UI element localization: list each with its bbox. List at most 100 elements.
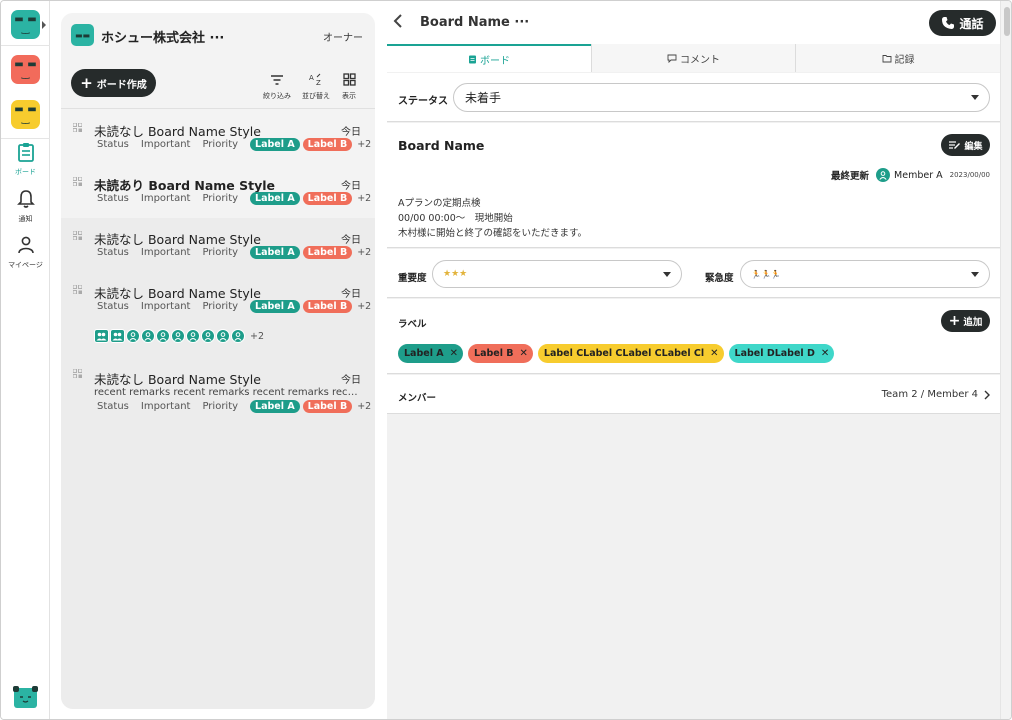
board-type-icon [73,369,82,378]
nav-notification-label: 通知 [18,215,33,223]
meta-important: Important [140,401,191,412]
workspace-avatar-green[interactable]: ▬ ▬ ‿ [11,10,40,39]
org-logo-icon: ▬▬ [71,24,94,46]
selected-indicator-icon [42,21,46,29]
edit-button[interactable]: 編集 [941,134,990,156]
sort-button[interactable]: AZ 並び替え [300,71,332,101]
more-members-count: +2 [250,330,265,342]
label-chips: Label A ✕ Label B ✕ Label CLabel CLabel CL… [398,344,835,363]
board-meta: Status Important Priority Label A Label … [97,192,371,205]
tab-comment-label: コメント [680,54,720,66]
folder-icon [882,54,891,62]
filter-icon [271,75,283,85]
label-chip: Label B [302,300,353,313]
member-icon [186,329,200,343]
board-info-section: Board Name 編集 最終更新 Member A 2023/00/00 A… [387,123,1000,248]
label-chip[interactable]: Label DLabel D ✕ [728,344,835,363]
close-icon[interactable]: ✕ [710,348,718,359]
close-icon[interactable]: ✕ [821,348,829,359]
meta-priority: Priority [202,193,239,204]
meta-priority: Priority [202,139,239,150]
board-date: 今日 [341,181,361,192]
tab-records[interactable]: 記録 [795,44,1000,72]
create-board-button[interactable]: + ボード作成 [71,69,156,97]
tab-board[interactable]: ボード [387,44,591,72]
close-icon[interactable]: ✕ [520,348,528,359]
board-type-icon [73,177,82,186]
tab-comment[interactable]: コメント [591,44,795,72]
board-list-item[interactable]: 未読なし Board Name Style 今日 Status Importan… [61,110,375,164]
divider [1,45,50,46]
member-icon [876,168,891,182]
member-value: Team 2 / Member 4 [881,389,978,400]
workspace-avatar-red[interactable]: ▬ ▬ ‿ [11,55,40,84]
member-section[interactable]: メンバー Team 2 / Member 4 [387,375,1000,414]
board-type-icon [73,231,82,240]
label-chip: Label B [302,246,353,259]
meta-priority: Priority [202,301,239,312]
board-detail-title[interactable]: Board Name ··· [420,15,529,30]
caret-down-icon [971,95,979,100]
member-summary: Team 2 / Member 4 [882,389,990,400]
meta-important: Important [140,301,191,312]
scrollbar[interactable] [1000,1,1011,719]
label-chip[interactable]: Label A ✕ [398,344,464,363]
view-button[interactable]: 表示 [333,71,365,101]
urgency-select[interactable]: 🏃🏃🏃 [740,260,990,288]
label-chip[interactable]: Label B ✕ [468,344,533,363]
board-name: Board Name [398,138,485,153]
status-select[interactable]: 未着手 [453,83,990,112]
sort-az-icon: AZ [309,73,321,87]
sort-label: 並び替え [302,92,330,100]
meta-important: Important [140,193,191,204]
close-icon[interactable]: ✕ [450,348,458,359]
label-chip[interactable]: Label CLabel CLabel CLabel Cl ✕ [537,344,724,363]
nav-mypage[interactable]: マイページ [1,235,50,270]
importance-value: ★★★ [443,269,468,279]
nav-board[interactable]: ボード [1,142,50,177]
label-chip: Label B [302,192,353,205]
board-list-item[interactable]: 未読あり Board Name Style 今日 Status Importan… [61,164,375,218]
member-label: メンバー [398,393,437,404]
importance-label: 重要度 [398,273,427,284]
label-section: ラベル + 追加 Label A ✕ Label B ✕ Label CLabel … [387,299,1000,374]
board-list-item[interactable]: 未読なし Board Name Style 今日 Status Importan… [61,272,375,348]
meta-status: Status [97,301,129,312]
tab-records-label: 記録 [894,54,915,66]
board-date: 今日 [341,235,361,246]
rating-section: 重要度 ★★★ 緊急度 🏃🏃🏃 [387,249,1000,298]
org-name[interactable]: ホシュー株式会社 ··· [101,27,224,46]
scrollbar-thumb[interactable] [1004,7,1010,36]
nav-notification[interactable]: 通知 [1,189,50,224]
member-icon [141,329,155,343]
status-section: ステータス 未着手 [387,73,1000,122]
workspace-avatar-yellow[interactable]: ▬ ▬ ‿ [11,100,40,129]
filter-button[interactable]: 絞り込み [261,71,293,101]
person-icon [17,236,34,254]
board-date: 今日 [341,127,361,138]
divider [1,138,50,139]
board-list-item[interactable]: 未読なし Board Name Style 今日 recent remarks … [61,348,375,418]
board-title: 未読なし Board Name Style [94,372,261,387]
importance-select[interactable]: ★★★ [432,260,682,288]
member-avatars: +2 [94,329,264,343]
face-icon: ▬ ▬ ‿ [14,13,37,35]
board-list-item[interactable]: 未読なし Board Name Style 今日 Status Importan… [61,218,375,272]
view-label: 表示 [342,92,356,100]
add-label-button[interactable]: + 追加 [941,310,990,332]
create-board-label: ボード作成 [96,79,147,91]
label-text: Label CLabel CLabel CLabel Cl [543,348,705,359]
svg-text:A: A [309,74,314,82]
label-section-title: ラベル [398,319,427,330]
app-window: ▬ ▬ ‿ ▬ ▬ ‿ ▬ ▬ ‿ ボード 通知 マイページ ▬▬ ホシュー株式会社 … [0,0,1012,720]
chevron-left-icon[interactable] [393,14,403,28]
board-date: 今日 [341,375,361,386]
updated-date: 2023/00/00 [949,171,990,179]
call-button[interactable]: 通話 [929,10,996,36]
board-detail-panel: Board Name ··· 通話 ボード コメント 記録 ステータス 未着手 … [387,1,1000,719]
board-meta: Status Important Priority Label A Label … [97,138,371,151]
board-meta: Status Important Priority Label A Label … [97,246,371,259]
face-icon: ▬ ▬ ‿ [14,58,37,80]
user-avatar-icon[interactable] [13,685,38,709]
meta-status: Status [97,247,129,258]
